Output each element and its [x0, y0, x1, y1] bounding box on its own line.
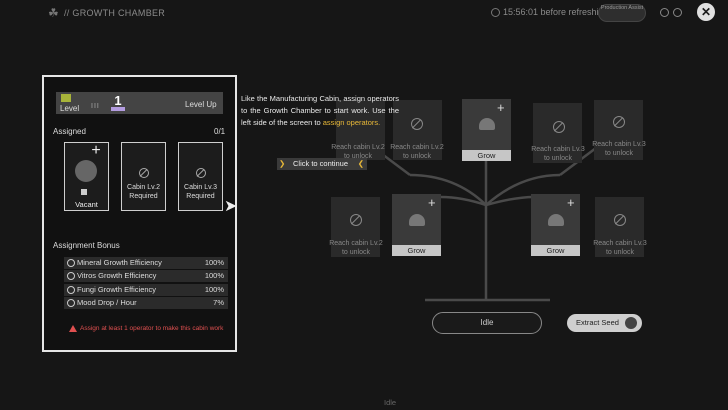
- seed-icon: [625, 317, 637, 329]
- clock-icon: [491, 8, 500, 17]
- locked-icon: [350, 214, 362, 226]
- assigned-count: 0/1: [214, 127, 226, 136]
- level-progress-bar: [111, 107, 125, 111]
- breadcrumb: // GROWTH CHAMBER: [64, 8, 166, 18]
- reach-lv3-label: Reach cabin Lv.3 to unlock: [531, 146, 585, 162]
- tutorial-tooltip: Like the Manufacturing Cabin, assign ope…: [241, 93, 399, 129]
- grow-label: Grow: [392, 245, 441, 256]
- grow-label: Grow: [531, 245, 580, 256]
- production-assist-label: Production Assist: [600, 5, 644, 11]
- tooltip-highlight: assign operators.: [322, 118, 381, 127]
- assignment-bonus-title: Assignment Bonus: [53, 241, 120, 250]
- reach-lv2-label: Reach cabin Lv.2 to unlock: [329, 240, 383, 256]
- bonus-row: Mood Drop / Hour 7%: [64, 297, 228, 309]
- cabin-lv3-required: Cabin Lv.3 Required: [184, 184, 217, 200]
- plus-icon: +: [497, 100, 505, 115]
- fungi-icon: [67, 286, 75, 294]
- locked-icon: [613, 116, 625, 128]
- warning-icon: [69, 325, 77, 332]
- resource-icon[interactable]: [673, 8, 682, 17]
- sprout-icon: [479, 118, 495, 130]
- level-bars: III: [91, 103, 100, 110]
- close-button[interactable]: ✕: [697, 3, 715, 21]
- locked-icon: [614, 214, 626, 226]
- locked-icon: [139, 168, 149, 178]
- locked-icon: [553, 121, 565, 133]
- plus-icon: +: [428, 195, 436, 210]
- warning-text: Assign at least 1 operator to make this …: [80, 325, 224, 332]
- chevron-right-icon: ❯: [279, 159, 286, 168]
- bottom-status: Idle: [384, 398, 397, 407]
- idle-status-button[interactable]: Idle: [432, 312, 542, 334]
- level-up-button[interactable]: Level Up: [185, 100, 217, 109]
- sprout-icon: [548, 214, 564, 226]
- locked-icon: [411, 118, 423, 130]
- level-label: Level: [60, 104, 80, 113]
- pointer-cursor-icon: ➤: [224, 198, 238, 215]
- mood-icon: [67, 299, 75, 307]
- operator-icon: [81, 189, 87, 195]
- plus-icon: +: [567, 195, 575, 210]
- extract-seed-label: Extract Seed: [576, 318, 619, 327]
- reach-lv3-label: Reach cabin Lv.3 to unlock: [592, 141, 646, 157]
- reach-lv3-label: Reach cabin Lv.3 to unlock: [593, 240, 647, 256]
- bonus-row: Vitros Growth Efficiency 100%: [64, 270, 228, 282]
- level-icon: [61, 94, 71, 102]
- growth-chamber-icon: ☘: [48, 6, 59, 20]
- vitros-icon: [67, 272, 75, 280]
- assignment-panel: [42, 75, 237, 352]
- locked-icon: [196, 168, 206, 178]
- mineral-icon: [67, 259, 75, 267]
- sprout-icon: [409, 214, 425, 226]
- resource-icon[interactable]: [660, 8, 669, 17]
- click-to-continue-button[interactable]: ❯ Click to continue ❮: [277, 158, 367, 170]
- bonus-row: Mineral Growth Efficiency 100%: [64, 257, 228, 269]
- chevron-left-icon: ❮: [357, 159, 364, 168]
- bonus-row: Fungi Growth Efficiency 100%: [64, 284, 228, 296]
- assigned-title: Assigned: [53, 127, 86, 136]
- add-operator-icon: +: [91, 142, 101, 159]
- vacant-label: Vacant: [75, 200, 98, 209]
- refresh-timer: 15:56:01 before refreshing: [503, 7, 609, 17]
- continue-label: Click to continue: [293, 159, 349, 168]
- operator-silhouette-icon: [75, 160, 97, 182]
- level-value: 1: [114, 93, 122, 108]
- reach-lv2-label: Reach cabin Lv.2 to unlock: [390, 144, 444, 160]
- cabin-lv2-required: Cabin Lv.2 Required: [127, 184, 160, 200]
- grow-label: Grow: [462, 150, 511, 161]
